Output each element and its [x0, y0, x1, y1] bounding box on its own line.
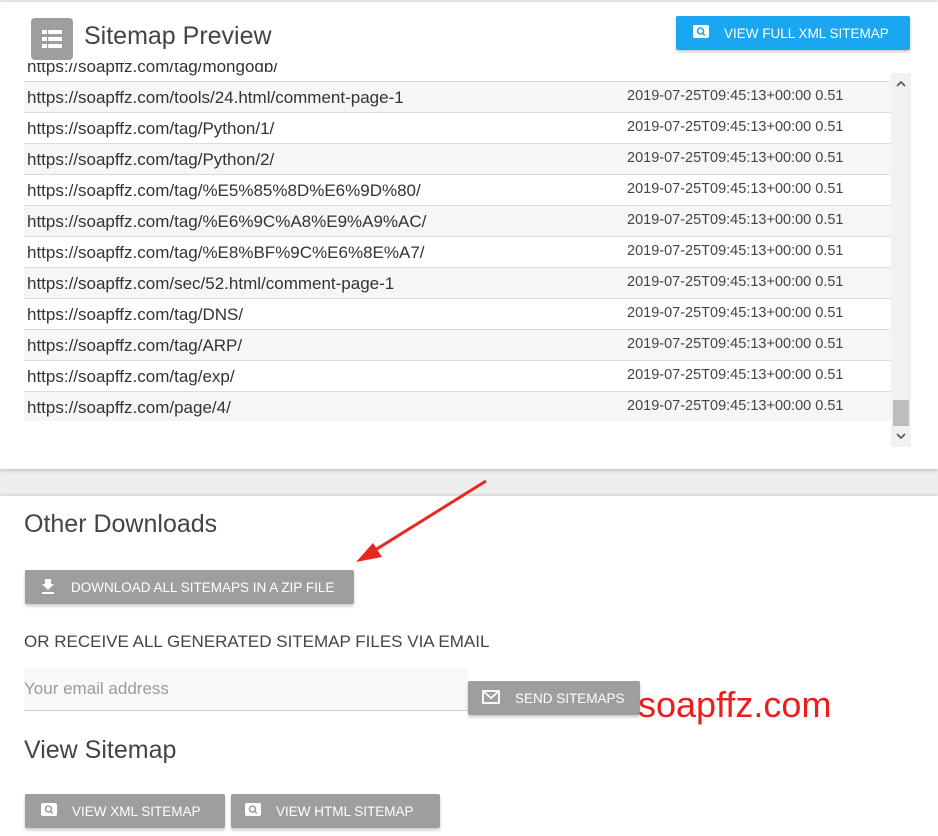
- view-xml-sitemap-button[interactable]: VIEW XML SITEMAP: [25, 794, 225, 828]
- table-row: https://soapffz.com/tag/Python/2/ 2019-0…: [24, 144, 891, 175]
- table-row-meta: 2019-07-25T09:45:13+00:00 0.51: [627, 398, 844, 414]
- scroll-up-icon[interactable]: [891, 75, 911, 93]
- table-row: https://soapffz.com/tag/exp/ 2019-07-25T…: [24, 361, 891, 392]
- table-row-meta: 2019-07-25T09:45:13+00:00 0.51: [627, 274, 844, 290]
- table-row: https://soapffz.com/tag/Python/1/ 2019-0…: [24, 113, 891, 144]
- sitemap-table: https://soapffz.com/tag/mongodb/ https:/…: [24, 63, 892, 421]
- view-html-sitemap-label: VIEW HTML SITEMAP: [276, 803, 414, 819]
- table-row-url: https://soapffz.com/page/4/: [27, 398, 231, 417]
- table-row-url: https://soapffz.com/tag/%E5%85%8D%E6%9D%…: [27, 181, 421, 200]
- table-row-url: https://soapffz.com/tag/%E8%BF%9C%E6%8E%…: [27, 243, 425, 262]
- view-sitemap-heading: View Sitemap: [24, 736, 177, 764]
- table-row-url: https://soapffz.com/tag/mongodb/: [27, 63, 279, 76]
- list-icon: [31, 18, 73, 60]
- table-row-meta: 2019-07-25T09:45:13+00:00 0.51: [627, 305, 844, 321]
- table-row: https://soapffz.com/tag/%E8%BF%9C%E6%8E%…: [24, 237, 891, 268]
- table-row: https://soapffz.com/tag/%E6%9C%A8%E9%A9%…: [24, 206, 891, 237]
- scroll-down-icon[interactable]: [891, 428, 911, 446]
- table-row-url: https://soapffz.com/tag/%E6%9C%A8%E9%A9%…: [27, 212, 427, 231]
- mail-icon: [482, 689, 500, 707]
- table-row: https://soapffz.com/page/4/ 2019-07-25T0…: [24, 392, 891, 421]
- table-row: https://soapffz.com/tag/mongodb/: [24, 63, 891, 82]
- table-row: https://soapffz.com/tag/%E5%85%8D%E6%9D%…: [24, 175, 891, 206]
- email-heading: OR RECEIVE ALL GENERATED SITEMAP FILES V…: [24, 632, 490, 651]
- table-row: https://soapffz.com/sec/52.html/comment-…: [24, 268, 891, 299]
- table-row-meta: 2019-07-25T09:45:13+00:00 0.51: [627, 150, 844, 166]
- downloads-card: Other Downloads DOWNLOAD ALL SITEMAPS IN…: [0, 496, 938, 836]
- view-xml-sitemap-label: VIEW XML SITEMAP: [72, 803, 201, 819]
- table-row-meta: 2019-07-25T09:45:13+00:00 0.51: [627, 212, 844, 228]
- scroll-thumb[interactable]: [893, 400, 909, 426]
- table-row-meta: 2019-07-25T09:45:13+00:00 0.51: [627, 119, 844, 135]
- email-field[interactable]: [24, 668, 468, 711]
- download-zip-label: DOWNLOAD ALL SITEMAPS IN A ZIP FILE: [71, 579, 335, 595]
- table-scrollbar[interactable]: [891, 73, 911, 447]
- view-full-xml-sitemap-button[interactable]: VIEW FULL XML SITEMAP: [676, 16, 910, 50]
- page-title: Sitemap Preview: [84, 22, 272, 50]
- search-icon: [693, 25, 709, 41]
- table-row-url: https://soapffz.com/tag/Python/2/: [27, 150, 275, 169]
- table-row-meta: 2019-07-25T09:45:13+00:00 0.51: [627, 367, 844, 383]
- table-row-url: https://soapffz.com/tag/DNS/: [27, 305, 244, 324]
- search-icon: [41, 803, 57, 819]
- table-row-meta: 2019-07-25T09:45:13+00:00 0.51: [627, 243, 844, 259]
- table-row-url: https://soapffz.com/tag/ARP/: [27, 336, 243, 355]
- search-icon: [245, 803, 261, 819]
- table-row: https://soapffz.com/tag/ARP/ 2019-07-25T…: [24, 330, 891, 361]
- table-row: https://soapffz.com/tools/24.html/commen…: [24, 82, 891, 113]
- watermark: soapffz.com: [638, 684, 832, 725]
- sitemap-preview-card: Sitemap Preview VIEW FULL XML SITEMAP ht…: [0, 2, 938, 469]
- table-row: https://soapffz.com/tag/DNS/ 2019-07-25T…: [24, 299, 891, 330]
- send-sitemaps-button[interactable]: SEND SITEMAPS: [468, 681, 640, 715]
- download-icon: [40, 578, 56, 597]
- table-row-url: https://soapffz.com/sec/52.html/comment-…: [27, 274, 395, 293]
- table-row-meta: 2019-07-25T09:45:13+00:00 0.51: [627, 336, 844, 352]
- other-downloads-heading: Other Downloads: [24, 510, 218, 538]
- table-row-url: https://soapffz.com/tag/exp/: [27, 367, 235, 386]
- table-row-url: https://soapffz.com/tools/24.html/commen…: [27, 88, 404, 107]
- table-row-meta: 2019-07-25T09:45:13+00:00 0.51: [627, 88, 844, 104]
- view-full-xml-sitemap-label: VIEW FULL XML SITEMAP: [724, 25, 889, 41]
- download-zip-button[interactable]: DOWNLOAD ALL SITEMAPS IN A ZIP FILE: [25, 570, 354, 604]
- table-row-url: https://soapffz.com/tag/Python/1/: [27, 119, 275, 138]
- view-html-sitemap-button[interactable]: VIEW HTML SITEMAP: [231, 794, 440, 828]
- send-sitemaps-label: SEND SITEMAPS: [515, 690, 625, 706]
- table-row-meta: 2019-07-25T09:45:13+00:00 0.51: [627, 181, 844, 197]
